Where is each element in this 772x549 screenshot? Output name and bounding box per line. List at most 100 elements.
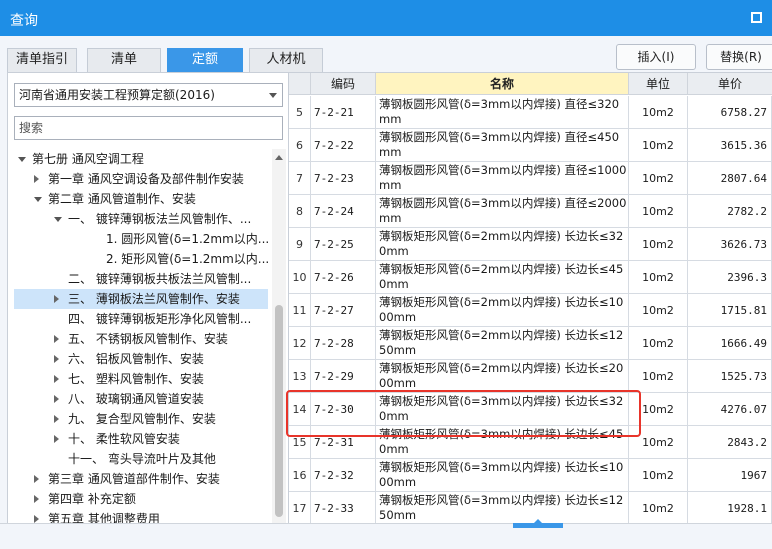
tree-node[interactable]: 第三章 通风管道部件制作、安装 — [14, 469, 268, 489]
tree-node[interactable]: 九、 复合型风管制作、安装 — [14, 409, 268, 429]
tree-node[interactable]: 第一章 通风空调设备及部件制作安装 — [14, 169, 268, 189]
dropdown-arrow-icon[interactable] — [269, 93, 277, 98]
search-input[interactable] — [14, 116, 283, 140]
table-row[interactable]: 11 7-2-27 薄钢板矩形风管(δ=2mm以内焊接) 长边长≤1000mm 10m… — [289, 294, 772, 327]
collapsed-arrow-icon[interactable] — [54, 415, 59, 423]
row-index-cell: 10 — [289, 261, 311, 294]
table-row[interactable]: 16 7-2-32 薄钢板矩形风管(δ=3mm以内焊接) 长边长≤1000mm 10m… — [289, 459, 772, 492]
tree-node-label: 五、 不锈钢板风管制作、安装 — [68, 332, 228, 346]
table-row[interactable]: 13 7-2-29 薄钢板矩形风管(δ=2mm以内焊接) 长边长≤2000mm 10m… — [289, 360, 772, 393]
title-bar: 查询 — [0, 0, 772, 36]
replace-button[interactable]: 替换(R) — [706, 44, 772, 70]
unit-cell: 10m2 — [629, 459, 688, 492]
tree-node[interactable]: 第四章 补充定额 — [14, 489, 268, 509]
name-cell: 薄钢板矩形风管(δ=2mm以内焊接) 长边长≤2000mm — [376, 360, 629, 393]
unit-cell: 10m2 — [629, 195, 688, 228]
code-cell: 7-2-32 — [311, 459, 376, 492]
expand-up-icon[interactable] — [534, 519, 542, 523]
tree-scrollbar[interactable] — [272, 149, 286, 549]
tab-list[interactable]: 清单 — [87, 48, 161, 72]
tab-quota[interactable]: 定额 — [167, 48, 243, 72]
price-cell: 6758.27 — [688, 96, 772, 129]
name-cell: 薄钢板圆形风管(δ=3mm以内焊接) 直径≤450mm — [376, 129, 629, 162]
expanded-arrow-icon[interactable] — [18, 157, 26, 162]
table-row[interactable]: 9 7-2-25 薄钢板矩形风管(δ=2mm以内焊接) 长边长≤320mm 10m2 3… — [289, 228, 772, 261]
collapsed-arrow-icon[interactable] — [34, 175, 39, 183]
code-cell: 7-2-29 — [311, 360, 376, 393]
tree-node-label: 第二章 通风管道制作、安装 — [48, 192, 196, 206]
header-unit[interactable]: 单位 — [629, 73, 688, 95]
table-row[interactable]: 8 7-2-24 薄钢板圆形风管(δ=3mm以内焊接) 直径≤2000mm 10m2 2… — [289, 195, 772, 228]
tree-node-label: 1. 圆形风管(δ=1.2mm以内... — [106, 232, 268, 246]
collapsed-arrow-icon[interactable] — [54, 375, 59, 383]
tree-node[interactable]: 三、 薄钢板法兰风管制作、安装 — [14, 289, 268, 309]
tree-node[interactable]: 五、 不锈钢板风管制作、安装 — [14, 329, 268, 349]
code-cell: 7-2-27 — [311, 294, 376, 327]
row-index-cell: 11 — [289, 294, 311, 327]
header-name[interactable]: 名称 — [376, 73, 629, 95]
tree-node[interactable]: 2. 矩形风管(δ=1.2mm以内... — [14, 249, 268, 269]
header-price[interactable]: 单价 — [688, 73, 772, 95]
insert-button[interactable]: 插入(I) — [616, 44, 696, 70]
table-row[interactable]: 7 7-2-23 薄钢板圆形风管(δ=3mm以内焊接) 直径≤1000mm 10m2 2… — [289, 162, 772, 195]
tree-node[interactable]: 二、 镀锌薄钢板共板法兰风管制... — [14, 269, 268, 289]
price-cell: 2396.3 — [688, 261, 772, 294]
maximize-icon[interactable] — [751, 12, 762, 23]
collapsed-arrow-icon[interactable] — [34, 475, 39, 483]
row-index-cell: 7 — [289, 162, 311, 195]
table-row[interactable]: 12 7-2-28 薄钢板矩形风管(δ=2mm以内焊接) 长边长≤1250mm 10m… — [289, 327, 772, 360]
collapsed-arrow-icon[interactable] — [54, 295, 59, 303]
tree-node[interactable]: 第二章 通风管道制作、安装 — [14, 189, 268, 209]
expanded-arrow-icon[interactable] — [34, 197, 42, 202]
collapsed-arrow-icon[interactable] — [34, 515, 39, 523]
collapsed-arrow-icon[interactable] — [54, 395, 59, 403]
name-cell: 薄钢板矩形风管(δ=3mm以内焊接) 长边长≤1250mm — [376, 492, 629, 525]
tree-node-label: 十、 柔性软风管安装 — [68, 432, 180, 446]
table-row[interactable]: 17 7-2-33 薄钢板矩形风管(δ=3mm以内焊接) 长边长≤1250mm 10m… — [289, 492, 772, 525]
code-cell: 7-2-33 — [311, 492, 376, 525]
scroll-thumb[interactable] — [275, 305, 283, 517]
table-row[interactable]: 14 7-2-30 薄钢板矩形风管(δ=3mm以内焊接) 长边长≤320mm 10m2… — [289, 393, 772, 426]
tree-node[interactable]: 一、 镀锌薄钢板法兰风管制作、... — [14, 209, 268, 229]
tree-node[interactable]: 七、 塑料风管制作、安装 — [14, 369, 268, 389]
tree-node[interactable]: 1. 圆形风管(δ=1.2mm以内... — [14, 229, 268, 249]
collapsed-arrow-icon[interactable] — [54, 355, 59, 363]
expanded-arrow-icon[interactable] — [54, 217, 62, 222]
price-cell: 4276.07 — [688, 393, 772, 426]
table-row[interactable]: 15 7-2-31 薄钢板矩形风管(δ=3mm以内焊接) 长边长≤450mm 10m2… — [289, 426, 772, 459]
unit-cell: 10m2 — [629, 492, 688, 525]
tree-node-label: 八、 玻璃钢通风管道安装 — [68, 392, 204, 406]
table-row[interactable]: 5 7-2-21 薄钢板圆形风管(δ=3mm以内焊接) 直径≤320mm 10m2 67… — [289, 96, 772, 129]
row-index-cell: 13 — [289, 360, 311, 393]
tab-labor-material[interactable]: 人材机 — [249, 48, 323, 72]
tab-list-guide[interactable]: 清单指引 — [7, 48, 77, 72]
tree-node[interactable]: 六、 铝板风管制作、安装 — [14, 349, 268, 369]
tree-node[interactable]: 四、 镀锌薄钢板矩形净化风管制... — [14, 309, 268, 329]
table-row[interactable]: 10 7-2-26 薄钢板矩形风管(δ=2mm以内焊接) 长边长≤450mm 10m2… — [289, 261, 772, 294]
tree-node[interactable]: 八、 玻璃钢通风管道安装 — [14, 389, 268, 409]
scroll-up-icon[interactable] — [275, 155, 283, 160]
code-cell: 7-2-21 — [311, 96, 376, 129]
unit-cell: 10m2 — [629, 96, 688, 129]
tree-node[interactable]: 十一、 弯头导流叶片及其他 — [14, 449, 268, 469]
code-cell: 7-2-24 — [311, 195, 376, 228]
tree-node-label: 2. 矩形风管(δ=1.2mm以内... — [106, 252, 268, 266]
collapsed-arrow-icon[interactable] — [34, 495, 39, 503]
quota-book-select[interactable]: 河南省通用安装工程预算定额(2016) — [14, 83, 283, 107]
collapsed-arrow-icon[interactable] — [54, 335, 59, 343]
tree-node[interactable]: 第七册 通风空调工程 — [14, 149, 268, 169]
header-code[interactable]: 编码 — [311, 73, 376, 95]
price-cell: 1967 — [688, 459, 772, 492]
unit-cell: 10m2 — [629, 360, 688, 393]
collapsed-arrow-icon[interactable] — [54, 435, 59, 443]
table-row[interactable]: 6 7-2-22 薄钢板圆形风管(δ=3mm以内焊接) 直径≤450mm 10m2 36… — [289, 129, 772, 162]
tree-node-label: 第七册 通风空调工程 — [32, 152, 144, 166]
row-index-cell: 16 — [289, 459, 311, 492]
tree-node[interactable]: 十、 柔性软风管安装 — [14, 429, 268, 449]
code-cell: 7-2-31 — [311, 426, 376, 459]
code-cell: 7-2-22 — [311, 129, 376, 162]
name-cell: 薄钢板矩形风管(δ=3mm以内焊接) 长边长≤450mm — [376, 426, 629, 459]
status-bar — [0, 523, 772, 549]
code-cell: 7-2-25 — [311, 228, 376, 261]
splitter-handle[interactable] — [513, 519, 563, 528]
